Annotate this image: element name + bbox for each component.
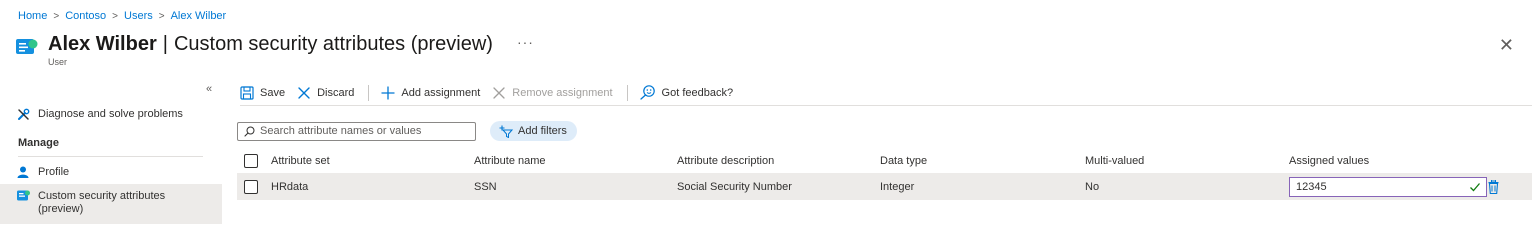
breadcrumb-alex-wilber[interactable]: Alex Wilber <box>171 10 227 22</box>
cell-multi-valued: No <box>1085 181 1100 193</box>
search-input[interactable] <box>260 125 460 137</box>
more-options-button[interactable]: ··· <box>517 34 534 50</box>
page-subtitle: User <box>48 57 68 67</box>
discard-label: Discard <box>317 86 355 99</box>
page-title: Alex Wilber | Custom security attributes (… <box>48 33 493 56</box>
breadcrumb-separator: > <box>158 10 165 22</box>
cell-attribute-set: HRdata <box>271 181 309 193</box>
column-header-multi-valued[interactable]: Multi-valued <box>1085 148 1144 174</box>
discard-icon <box>297 86 311 100</box>
table-header-row: Attribute set Attribute name Attribute d… <box>237 148 1532 174</box>
search-icon <box>244 126 255 137</box>
filter-bar: Add filters <box>237 121 577 141</box>
save-label: Save <box>260 86 286 99</box>
sidebar-item-label: Profile <box>38 166 70 178</box>
save-icon <box>240 85 254 100</box>
add-filter-icon <box>499 125 513 138</box>
sidebar-item-diagnose[interactable]: Diagnose and solve problems <box>0 104 222 124</box>
sidebar-section-manage: Manage <box>18 137 59 149</box>
page-header: Alex Wilber | Custom security attributes (… <box>16 33 534 56</box>
add-assignment-label: Add assignment <box>401 86 481 99</box>
assigned-value-field <box>1289 177 1487 197</box>
close-button[interactable]: ✕ <box>1499 36 1514 54</box>
column-header-attribute-set[interactable]: Attribute set <box>271 148 330 174</box>
breadcrumb-users[interactable]: Users <box>124 10 153 22</box>
add-filters-button[interactable]: Add filters <box>490 121 577 141</box>
add-assignment-button[interactable]: Add assignment <box>381 85 481 100</box>
add-icon <box>381 85 396 100</box>
attributes-icon <box>16 190 30 202</box>
sidebar-item-label: Diagnose and solve problems <box>38 108 183 120</box>
breadcrumb-contoso[interactable]: Contoso <box>65 10 106 22</box>
page-title-section: Custom security attributes (preview) <box>173 33 493 55</box>
breadcrumb-home[interactable]: Home <box>18 10 47 22</box>
feedback-icon <box>639 85 656 100</box>
sidebar-item-custom-security-attributes[interactable]: Custom security attributes (preview) <box>0 184 222 224</box>
row-checkbox[interactable] <box>244 180 258 194</box>
column-header-assigned-values[interactable]: Assigned values <box>1289 148 1369 174</box>
remove-assignment-label: Remove assignment <box>512 86 613 99</box>
add-filters-label: Add filters <box>518 125 567 137</box>
collapse-sidebar-button[interactable]: « <box>206 83 212 95</box>
command-bar: Save Discard Add assignment Remove assig… <box>240 82 1532 106</box>
sidebar: « Diagnose and solve problems Manage Pro… <box>0 80 222 227</box>
save-button[interactable]: Save <box>240 85 286 100</box>
sidebar-item-label: Custom security attributes (preview) <box>38 190 165 216</box>
user-card-icon <box>16 38 38 56</box>
trash-icon[interactable] <box>1488 180 1499 194</box>
cell-attribute-name: SSN <box>474 181 497 193</box>
table-row[interactable]: HRdata SSN Social Security Number Intege… <box>237 174 1532 200</box>
assigned-value-input[interactable] <box>1296 181 1456 193</box>
breadcrumb-separator: > <box>53 10 60 22</box>
sidebar-item-label-line1: Custom security attributes <box>38 190 166 202</box>
page-title-separator: | <box>162 33 168 55</box>
page-title-user: Alex Wilber <box>48 33 157 55</box>
select-all-checkbox[interactable] <box>244 154 258 168</box>
cell-data-type: Integer <box>880 181 915 193</box>
toolbar-divider <box>368 84 370 101</box>
attributes-table: Attribute set Attribute name Attribute d… <box>237 148 1532 200</box>
feedback-button[interactable]: Got feedback? <box>639 85 734 100</box>
search-box <box>237 121 476 141</box>
person-icon <box>16 166 30 178</box>
breadcrumb: Home > Contoso > Users > Alex Wilber <box>18 10 226 22</box>
wrench-icon <box>16 108 30 121</box>
sidebar-divider <box>18 156 203 157</box>
column-header-data-type[interactable]: Data type <box>880 148 927 174</box>
sidebar-item-label-line2: (preview) <box>38 203 84 215</box>
discard-button[interactable]: Discard <box>297 86 354 100</box>
checkmark-icon <box>1469 181 1481 193</box>
column-header-attribute-description[interactable]: Attribute description <box>677 148 774 174</box>
sidebar-item-profile[interactable]: Profile <box>0 162 222 182</box>
column-header-attribute-name[interactable]: Attribute name <box>474 148 546 174</box>
remove-assignment-button[interactable]: Remove assignment <box>492 86 613 100</box>
toolbar-divider <box>626 84 628 101</box>
remove-icon <box>492 86 506 100</box>
feedback-label: Got feedback? <box>661 86 734 99</box>
breadcrumb-separator: > <box>112 10 119 22</box>
cell-attribute-description: Social Security Number <box>677 181 792 193</box>
